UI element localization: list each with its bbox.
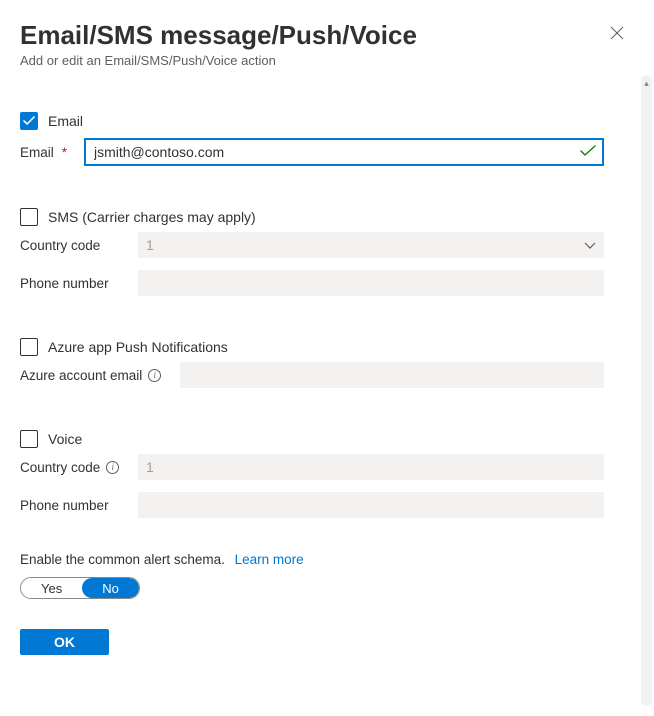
info-icon[interactable]: i — [148, 369, 161, 382]
page-subtitle: Add or edit an Email/SMS/Push/Voice acti… — [20, 53, 604, 68]
sms-checkbox[interactable] — [20, 208, 38, 226]
voice-section: Voice Country code i Phone number — [20, 430, 604, 518]
push-section: Azure app Push Notifications Azure accou… — [20, 338, 604, 388]
sms-phone-input[interactable] — [138, 270, 604, 296]
learn-more-link[interactable]: Learn more — [235, 552, 304, 567]
sms-phone-label: Phone number — [20, 276, 138, 291]
push-email-input[interactable] — [180, 362, 604, 388]
voice-checkbox[interactable] — [20, 430, 38, 448]
push-checkbox[interactable] — [20, 338, 38, 356]
voice-phone-label: Phone number — [20, 498, 138, 513]
content: Email Email* SMS (Carrier charges may ap… — [20, 112, 630, 655]
panel: Email/SMS message/Push/Voice Add or edit… — [0, 0, 654, 716]
push-email-label: Azure account email i — [20, 368, 180, 383]
close-icon[interactable] — [604, 20, 630, 49]
toggle-no[interactable]: No — [82, 578, 139, 598]
sms-country-code-value: 1 — [146, 237, 154, 253]
push-checkbox-label: Azure app Push Notifications — [48, 339, 228, 355]
page-title: Email/SMS message/Push/Voice — [20, 20, 604, 51]
email-checkbox[interactable] — [20, 112, 38, 130]
voice-checkbox-label: Voice — [48, 431, 82, 447]
sms-checkbox-label: SMS (Carrier charges may apply) — [48, 209, 256, 225]
sms-country-code-select[interactable]: 1 — [138, 232, 604, 258]
alert-schema-toggle[interactable]: Yes No — [20, 577, 140, 599]
header: Email/SMS message/Push/Voice Add or edit… — [20, 20, 630, 68]
voice-country-code-input[interactable] — [138, 454, 604, 480]
alert-schema-text: Enable the common alert schema. Learn mo… — [20, 552, 604, 567]
sms-country-code-label: Country code — [20, 238, 138, 253]
scrollbar[interactable]: ▴ — [641, 75, 652, 706]
email-field-label: Email* — [20, 145, 84, 160]
chevron-down-icon — [584, 237, 596, 253]
info-icon[interactable]: i — [106, 461, 119, 474]
email-checkbox-label: Email — [48, 113, 83, 129]
email-section: Email Email* — [20, 112, 604, 166]
toggle-yes[interactable]: Yes — [21, 578, 82, 598]
email-input[interactable] — [84, 138, 604, 166]
voice-country-code-label: Country code i — [20, 460, 138, 475]
sms-section: SMS (Carrier charges may apply) Country … — [20, 208, 604, 296]
scroll-up-icon[interactable]: ▴ — [641, 78, 652, 89]
voice-phone-input[interactable] — [138, 492, 604, 518]
ok-button[interactable]: OK — [20, 629, 109, 655]
